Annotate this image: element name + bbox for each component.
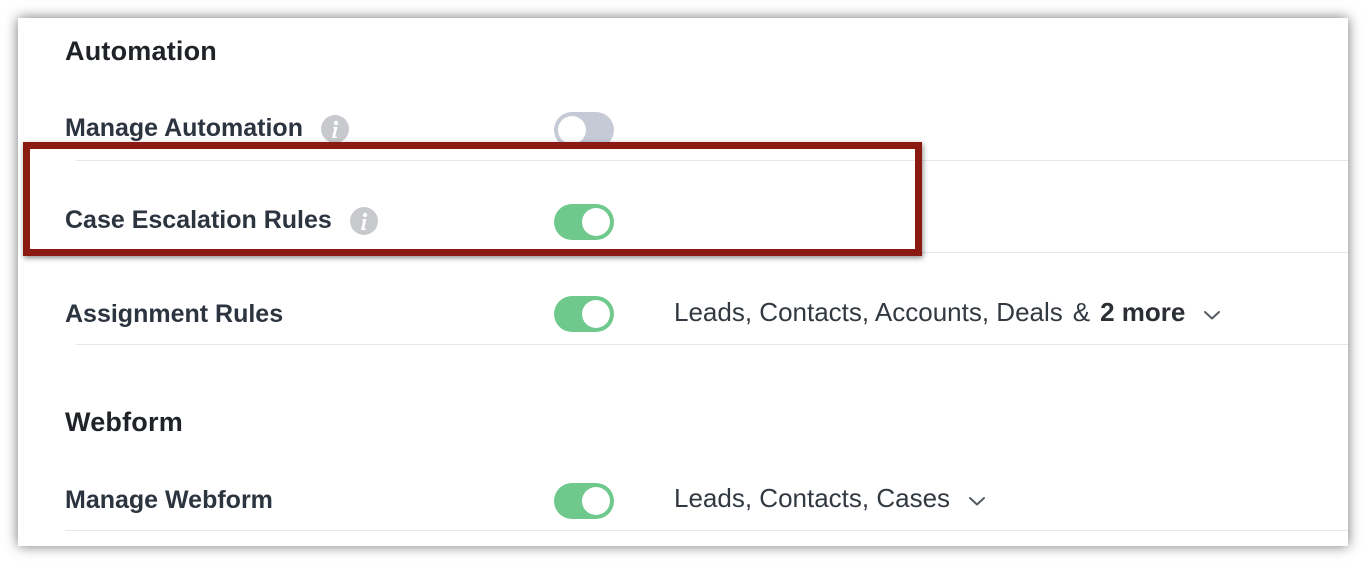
manage-webform-toggle[interactable] xyxy=(554,483,614,519)
manage-automation-toggle[interactable] xyxy=(554,112,614,148)
row-manage-automation: Manage Automation xyxy=(65,114,349,143)
case-escalation-rules-toggle[interactable] xyxy=(554,204,614,240)
toggle-knob xyxy=(582,208,610,236)
info-icon[interactable] xyxy=(349,206,378,235)
assignment-rules-toggle[interactable] xyxy=(554,296,614,332)
row-label: Manage Webform xyxy=(65,486,273,514)
row-manage-webform: Manage Webform xyxy=(65,486,273,515)
assignment-rules-modules-dropdown[interactable]: Leads, Contacts, Accounts, Deals & 2 mor… xyxy=(674,297,1221,328)
modules-text: Leads, Contacts, Accounts, Deals xyxy=(674,297,1063,327)
modules-text: Leads, Contacts, Cases xyxy=(674,483,951,513)
row-case-escalation-rules: Case Escalation Rules xyxy=(65,206,378,235)
section-title-automation: Automation xyxy=(65,36,217,66)
modules-more: 2 more xyxy=(1100,297,1186,327)
chevron-down-icon xyxy=(968,483,986,514)
chevron-down-icon xyxy=(1203,297,1221,328)
settings-panel: Automation Manage Automation Case Escala… xyxy=(18,18,1348,546)
toggle-knob xyxy=(582,300,610,328)
divider xyxy=(76,160,1348,161)
divider xyxy=(65,530,1348,531)
row-label: Case Escalation Rules xyxy=(65,206,332,234)
info-icon[interactable] xyxy=(320,114,349,143)
toggle-knob xyxy=(582,487,610,515)
row-assignment-rules: Assignment Rules xyxy=(65,300,283,329)
manage-webform-modules-dropdown[interactable]: Leads, Contacts, Cases xyxy=(674,483,986,514)
modules-amp: & xyxy=(1072,297,1091,327)
row-label: Assignment Rules xyxy=(65,300,284,328)
divider xyxy=(76,344,1348,345)
toggle-knob xyxy=(558,116,586,144)
divider xyxy=(76,252,1348,253)
section-title-webform: Webform xyxy=(65,407,183,437)
row-label: Manage Automation xyxy=(65,114,303,142)
